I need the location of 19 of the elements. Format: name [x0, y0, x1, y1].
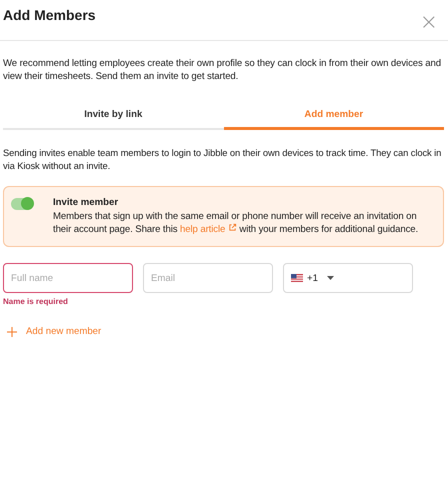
invite-toggle[interactable] — [11, 198, 33, 210]
tab[interactable]: Invite by link — [3, 103, 224, 130]
invite-description: Members that sign up with the same email or phone number will receive an invitation on their account page. Share this help article with your members for additional guidance. — [53, 210, 420, 236]
dialog-title: Add Members — [3, 7, 96, 23]
description-text: Sending invites enable team members to login to Jibble on their own devices to track time. They can clock in via Kiosk without an invite. — [3, 146, 442, 172]
plus-icon — [7, 326, 17, 336]
flag-icon — [291, 274, 303, 282]
add-member-button[interactable]: Add new member — [3, 326, 102, 337]
text-field[interactable]: Full name — [3, 263, 133, 293]
tab[interactable]: Add member — [224, 103, 444, 130]
external-link-icon — [228, 223, 237, 232]
caret-icon — [326, 276, 334, 280]
invite-title: Invite member — [53, 197, 120, 208]
phone-field[interactable]: +1 — [283, 263, 413, 293]
close-button[interactable]: × — [414, 12, 444, 34]
help-article-link[interactable]: help article — [180, 224, 237, 235]
intro-text: We recommend letting employees create their own profile so they can clock in from their own devices and view their timesheets. Send them an invite to get started. — [3, 57, 442, 83]
country-code: +1 — [307, 272, 318, 284]
error-text: Name is required — [3, 297, 69, 306]
